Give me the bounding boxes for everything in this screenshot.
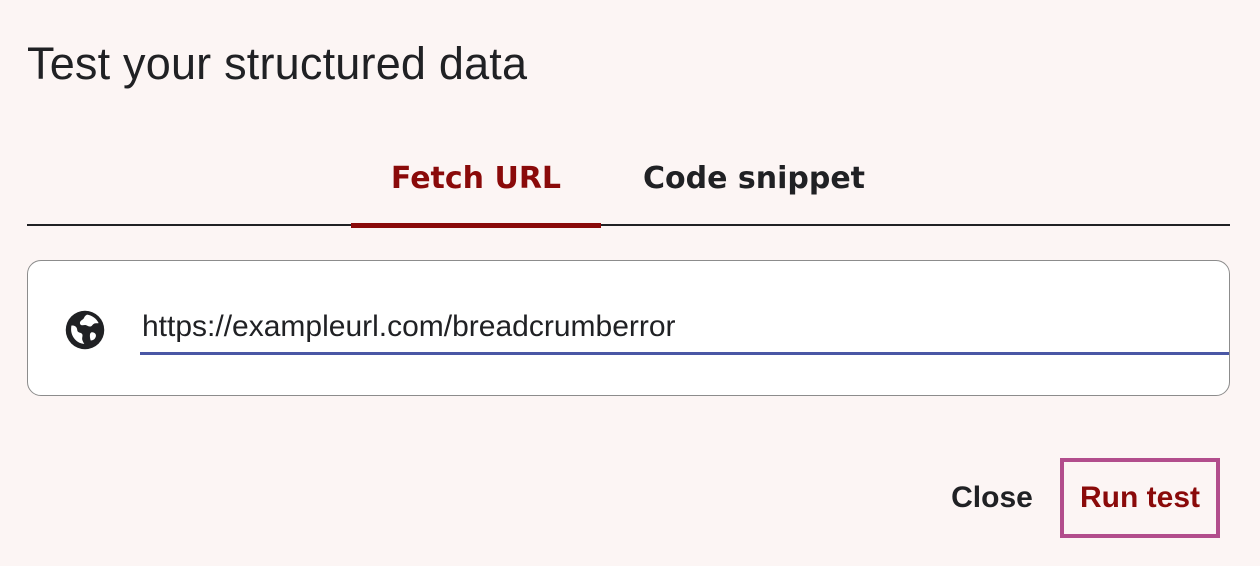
tab-code-snippet[interactable]: Code snippet	[623, 140, 885, 226]
close-button[interactable]: Close	[932, 458, 1052, 538]
globe-icon	[65, 310, 105, 350]
run-test-button[interactable]: Run test	[1060, 458, 1220, 538]
tab-code-snippet-label: Code snippet	[642, 160, 866, 196]
tab-fetch-url-label: Fetch URL	[390, 160, 562, 196]
structured-data-test-dialog: Test your structured data Fetch URL Code…	[0, 0, 1260, 566]
dialog-title: Test your structured data	[27, 38, 528, 89]
url-field-container	[27, 260, 1230, 396]
tab-bar: Fetch URL Code snippet	[27, 140, 1230, 228]
url-input[interactable]	[140, 301, 1229, 355]
tab-fetch-url[interactable]: Fetch URL	[351, 140, 601, 228]
